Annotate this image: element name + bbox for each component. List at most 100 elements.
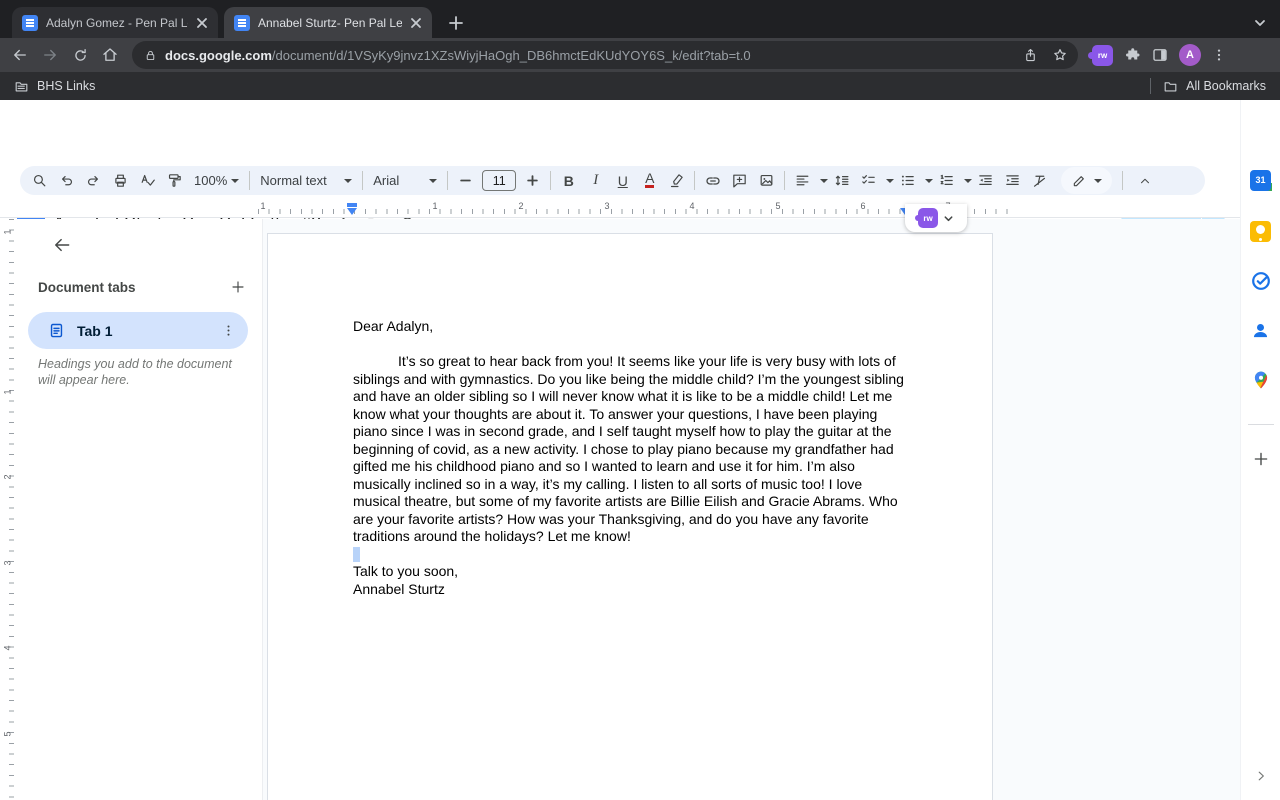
spellcheck-icon[interactable] [134,167,161,194]
font-size-input[interactable]: 11 [482,170,517,191]
all-bookmarks[interactable]: All Bookmarks [1163,79,1266,94]
document-page[interactable]: Dear Adalyn, It’s so great to hear back … [267,233,993,800]
tab-list-chevron-icon[interactable] [1248,11,1272,35]
increase-font-size-icon[interactable] [519,167,546,194]
decrease-indent-icon[interactable] [972,167,999,194]
text-selection-highlight [353,546,360,562]
divider [784,171,786,190]
insert-link-icon[interactable] [699,167,726,194]
rw-extension-icon[interactable]: rw [1088,44,1113,66]
url-text: docs.google.com/document/d/1VSyKy9jnvz1X… [165,47,751,63]
editor-workspace: 1 1 2 3 4 5 Document tabs Tab 1 Headings… [0,219,1240,800]
browser-tab-annabel[interactable]: Annabel Sturtz- Pen Pal Letter [224,7,432,38]
address-bar[interactable]: docs.google.com/document/d/1VSyKy9jnvz1X… [132,41,1078,69]
home-icon[interactable] [96,41,124,69]
google-side-panel: 31 [1240,100,1280,800]
checklist-dropdown-caret[interactable] [886,178,895,183]
cursor-line [353,546,909,564]
numbered-list-dropdown-caret[interactable] [964,178,973,183]
bulleted-list-icon[interactable] [894,167,921,194]
paint-format-icon[interactable] [161,167,188,194]
bookmark-bhs-links[interactable]: BHS Links [14,79,95,94]
bookmarks-bar: BHS Links All Bookmarks [0,72,1280,100]
increase-indent-icon[interactable] [999,167,1026,194]
calendar-icon[interactable]: 31 [1248,167,1274,193]
folder-icon [15,81,28,91]
contacts-icon[interactable] [1248,317,1274,343]
tasks-icon[interactable] [1248,268,1274,294]
forward-icon[interactable] [36,41,64,69]
sidebar-tab-1[interactable]: Tab 1 [28,312,248,349]
vertical-ruler[interactable]: 1 1 2 3 4 5 [0,219,16,800]
editing-mode-button[interactable] [1061,167,1113,194]
divider [1122,171,1124,190]
styles-select[interactable]: Normal text [254,167,358,194]
divider [550,171,552,190]
divider [694,171,696,190]
rw-extension-popup-button[interactable]: rw [905,204,967,232]
underline-icon[interactable]: U [609,167,636,194]
browser-profile-avatar[interactable]: A [1179,44,1201,66]
left-indent-marker[interactable] [347,208,357,215]
clear-formatting-icon[interactable] [1026,167,1053,194]
editing-mode-caret [1094,178,1103,183]
zoom-select[interactable]: 100% [188,167,245,194]
tab-title: Annabel Sturtz- Pen Pal Letter [258,15,402,30]
tab-close-icon[interactable] [408,15,424,31]
keep-icon[interactable] [1248,218,1274,244]
share-page-icon[interactable] [1023,48,1038,63]
align-dropdown-caret[interactable] [820,178,829,183]
text-color-icon[interactable]: A [636,167,663,194]
bulleted-list-dropdown-caret[interactable] [925,178,934,183]
new-tab-button[interactable] [444,11,468,35]
divider [362,171,364,190]
folder-icon [1164,81,1177,91]
checklist-icon[interactable] [855,167,882,194]
decrease-font-size-icon[interactable] [452,167,479,194]
bold-icon[interactable]: B [555,167,582,194]
hide-menus-icon[interactable] [1131,167,1158,194]
font-select[interactable]: Arial [367,167,443,194]
align-left-icon[interactable] [789,167,816,194]
browser-menu-icon[interactable] [1211,47,1227,63]
tab-options-icon[interactable] [221,323,236,338]
chevron-down-icon [944,215,953,221]
maps-icon[interactable] [1248,367,1274,393]
redo-icon[interactable] [80,167,107,194]
browser-tab-adalyn[interactable]: Adalyn Gomez - Pen Pal Letter [12,7,218,38]
back-icon[interactable] [6,41,34,69]
insert-image-icon[interactable] [753,167,780,194]
rw-extension-icon: rw [914,208,938,228]
bookmark-star-icon[interactable] [1052,47,1068,63]
collapse-sidebar-back-icon[interactable] [50,233,74,257]
show-side-panel-chevron-icon[interactable] [1249,764,1273,788]
divider [1248,424,1274,425]
side-panel-icon[interactable] [1151,46,1169,64]
letter-text[interactable]: Dear Adalyn, It’s so great to hear back … [353,318,909,598]
horizontal-ruler[interactable]: 1 1 2 3 4 5 6 7 [0,200,1240,218]
add-comment-icon[interactable] [726,167,753,194]
ruler-ticks [258,209,1008,214]
closing: Talk to you soon, [353,563,459,579]
first-line-indent-marker[interactable] [347,203,357,207]
numbered-list-icon[interactable] [933,167,960,194]
docs-favicon [234,14,250,31]
tab-title: Adalyn Gomez - Pen Pal Letter [46,15,188,30]
italic-icon[interactable]: I [582,167,609,194]
add-tab-icon[interactable] [226,275,250,299]
tab-document-icon [50,323,63,338]
print-icon[interactable] [107,167,134,194]
pencil-icon [1074,175,1085,186]
search-menus-icon[interactable] [26,167,53,194]
salutation: Dear Adalyn, [353,318,434,334]
extensions-puzzle-icon[interactable] [1123,46,1141,64]
line-spacing-icon[interactable] [828,167,855,194]
highlight-color-icon[interactable] [663,167,690,194]
divider [447,171,449,190]
undo-icon[interactable] [53,167,80,194]
reload-icon[interactable] [66,41,94,69]
add-apps-icon[interactable] [1248,446,1274,472]
docs-favicon [22,14,38,31]
tab-close-icon[interactable] [194,15,210,31]
letter-body: It’s so great to hear back from you! It … [353,353,904,544]
